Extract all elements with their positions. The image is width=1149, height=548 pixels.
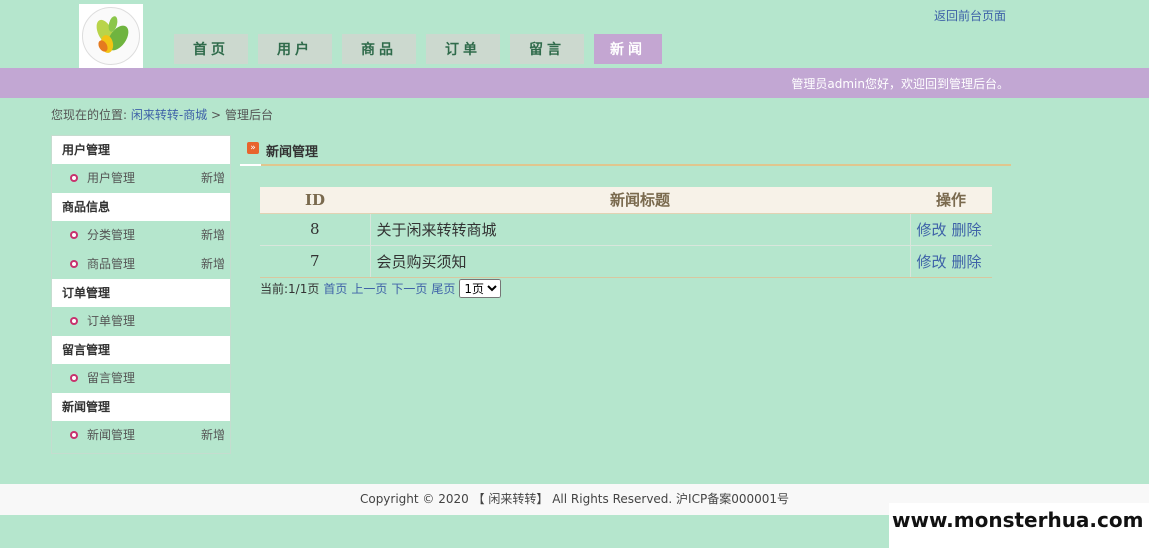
breadcrumb-current: 管理后台 xyxy=(224,108,273,122)
breadcrumb-separator: > xyxy=(211,108,222,122)
sidebar-item-label[interactable]: 分类管理 xyxy=(87,228,135,242)
nav-tab-5[interactable]: 新闻 xyxy=(594,34,662,64)
section-header: » 新闻管理 xyxy=(240,138,1011,166)
back-to-frontend-link[interactable]: 返回前台页面 xyxy=(934,7,1006,24)
bullet-icon xyxy=(70,317,78,325)
nav-tab-4[interactable]: 留言 xyxy=(510,34,584,64)
nav-tab-0[interactable]: 首页 xyxy=(174,34,248,64)
edit-link[interactable]: 修改 xyxy=(917,253,947,271)
sidebar-group-title: 新闻管理 xyxy=(52,393,230,421)
table-header-row: ID 新闻标题 操作 xyxy=(260,187,992,214)
news-id: 7 xyxy=(260,245,371,278)
pager-first-link[interactable]: 首页 xyxy=(323,280,347,297)
table-row: 7 会员购买须知 修改 删除 xyxy=(260,245,992,278)
news-title: 关于闲来转转商城 xyxy=(370,213,911,246)
bullet-icon xyxy=(70,231,78,239)
delete-link[interactable]: 删除 xyxy=(952,221,982,239)
sidebar-group-title: 用户管理 xyxy=(52,136,230,164)
pager-prev-link[interactable]: 上一页 xyxy=(351,280,387,297)
leaf-logo-icon xyxy=(82,7,140,65)
breadcrumb: 您现在的位置: 闲来转转-商城 > 管理后台 xyxy=(51,106,273,123)
sidebar-item-label[interactable]: 留言管理 xyxy=(87,371,135,385)
sidebar-item[interactable]: 留言管理 xyxy=(52,364,230,393)
sidebar-add-link[interactable]: 新增 xyxy=(201,221,225,250)
nav-tab-3[interactable]: 订单 xyxy=(426,34,500,64)
sidebar-group-title: 留言管理 xyxy=(52,336,230,364)
sidebar-item[interactable]: 新闻管理 新增 xyxy=(52,421,230,450)
delete-link[interactable]: 删除 xyxy=(952,253,982,271)
column-header-actions: 操作 xyxy=(910,187,992,214)
page-select[interactable]: 1页 xyxy=(459,279,502,298)
news-title: 会员购买须知 xyxy=(370,245,911,278)
edit-link[interactable]: 修改 xyxy=(917,221,947,239)
watermark-text: www.monsterhua.com xyxy=(889,503,1149,548)
pager-next-link[interactable]: 下一页 xyxy=(391,280,427,297)
sidebar-add-link[interactable]: 新增 xyxy=(201,421,225,450)
sidebar-group-title: 商品信息 xyxy=(52,193,230,221)
pager-info: 当前:1/1页 xyxy=(260,282,320,296)
sidebar-item-label[interactable]: 用户管理 xyxy=(87,171,135,185)
welcome-message: 管理员admin您好，欢迎回到管理后台。 xyxy=(791,77,1009,91)
site-logo[interactable] xyxy=(79,4,143,68)
bullet-icon xyxy=(70,174,78,182)
header-bar: 管理员admin您好，欢迎回到管理后台。 xyxy=(0,68,1149,98)
table-row: 8 关于闲来转转商城 修改 删除 xyxy=(260,213,992,246)
sidebar-item-label[interactable]: 订单管理 xyxy=(87,314,135,328)
nav-tab-1[interactable]: 用户 xyxy=(258,34,332,64)
sidebar-item[interactable]: 用户管理 新增 xyxy=(52,164,230,193)
main-nav: 首页 用户 商品 订单 留言 新闻 xyxy=(174,34,672,64)
breadcrumb-prefix: 您现在的位置: xyxy=(51,108,128,122)
section-title: 新闻管理 xyxy=(266,145,319,160)
breadcrumb-home-link[interactable]: 闲来转转-商城 xyxy=(131,108,207,122)
pager-last-link[interactable]: 尾页 xyxy=(431,280,455,297)
bullet-icon xyxy=(70,374,78,382)
footer-copyright: Copyright © 2020 【 闲来转转】 All Rights Rese… xyxy=(359,492,790,506)
arrow-right-icon: » xyxy=(247,142,259,154)
sidebar-item[interactable]: 商品管理 新增 xyxy=(52,250,230,279)
column-header-id: ID xyxy=(260,187,370,214)
news-actions: 修改 删除 xyxy=(910,213,992,246)
bullet-icon xyxy=(70,260,78,268)
title-tab-marker xyxy=(240,164,261,166)
sidebar: 用户管理 用户管理 新增 商品信息 分类管理 新增 商品管理 新增 订单管理 订单管理 留言管理 留言… xyxy=(51,135,231,454)
sidebar-item[interactable]: 订单管理 xyxy=(52,307,230,336)
news-table: ID 新闻标题 操作 8 关于闲来转转商城 修改 删除 7 会员购买须知 修改 删除 xyxy=(260,187,992,278)
sidebar-add-link[interactable]: 新增 xyxy=(201,250,225,279)
sidebar-group-title: 订单管理 xyxy=(52,279,230,307)
pagination: 当前:1/1页 首页 上一页 下一页 尾页 1页 xyxy=(260,279,502,298)
nav-tab-2[interactable]: 商品 xyxy=(342,34,416,64)
sidebar-item[interactable]: 分类管理 新增 xyxy=(52,221,230,250)
bullet-icon xyxy=(70,431,78,439)
news-actions: 修改 删除 xyxy=(910,245,992,278)
sidebar-item-label[interactable]: 商品管理 xyxy=(87,257,135,271)
news-id: 8 xyxy=(260,213,371,246)
column-header-title: 新闻标题 xyxy=(370,187,910,214)
sidebar-add-link[interactable]: 新增 xyxy=(201,164,225,193)
sidebar-item-label[interactable]: 新闻管理 xyxy=(87,428,135,442)
